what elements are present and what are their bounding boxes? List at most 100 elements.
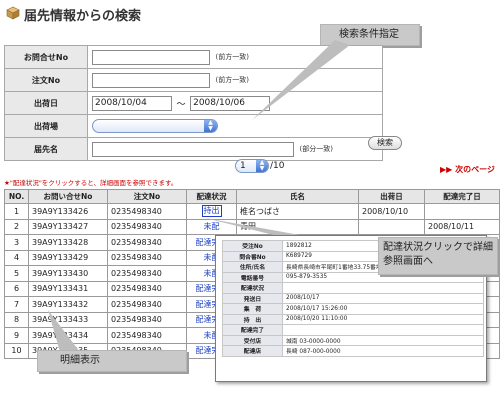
detail-value: 城南 03-0000-0000 bbox=[282, 334, 484, 346]
detail-value: 2008/10/20 11:10:00 bbox=[282, 313, 484, 325]
table-row: 2 39A9Y133427 0235498340 未配 青田 2008/10/11 bbox=[4, 218, 500, 235]
col-header-order-no: 注文No bbox=[107, 189, 187, 204]
cell-name: 椎名つばさ bbox=[236, 203, 359, 220]
cell-inquiry-no: 39A9Y133429 bbox=[28, 249, 108, 266]
cell-inquiry-no: 39A9Y133431 bbox=[28, 280, 108, 297]
updown-arrows-icon: ▲ ▼ bbox=[256, 160, 268, 172]
detail-row: 発送日 2008/10/17 bbox=[222, 292, 484, 304]
ship-date-label: 出荷日 bbox=[4, 91, 88, 115]
search-form: お問合せNo (前方一致) 注文No (前方一致) 出荷日 2008/10/04… bbox=[4, 45, 383, 161]
cell-order-no: 0235498340 bbox=[107, 249, 187, 266]
cell-row-no: 5 bbox=[4, 265, 29, 282]
order-no-input[interactable] bbox=[92, 72, 210, 88]
package-icon bbox=[6, 6, 20, 20]
detail-value: 長崎 087-000-0000 bbox=[282, 345, 484, 357]
cell-inquiry-no: 39A9Y133434 bbox=[28, 327, 108, 344]
detail-value: 2008/10/17 bbox=[282, 292, 484, 304]
cell-row-no: 8 bbox=[4, 311, 29, 328]
cell-row-no: 6 bbox=[4, 280, 29, 297]
detail-label: 住所/氏名 bbox=[222, 261, 283, 273]
cell-inquiry-no: 39A9Y133427 bbox=[28, 218, 108, 235]
inquiry-no-input[interactable] bbox=[92, 49, 210, 65]
recipient-hint: (部分一致) bbox=[299, 145, 334, 153]
cell-order-no: 0235498340 bbox=[107, 218, 187, 235]
order-no-hint: (前方一致) bbox=[215, 76, 250, 84]
ship-place-select[interactable]: ▲ ▼ bbox=[92, 119, 218, 133]
detail-label: 配達店 bbox=[222, 345, 283, 357]
cell-order-no: 0235498340 bbox=[107, 234, 187, 251]
cell-name: 青田 bbox=[236, 218, 359, 235]
callout-detail-view: 明細表示 bbox=[37, 350, 187, 372]
cell-row-no: 4 bbox=[4, 249, 29, 266]
cell-order-no: 0235498340 bbox=[107, 280, 187, 297]
date-range-separator: ～ bbox=[176, 99, 186, 110]
detail-label: 持 出 bbox=[222, 313, 283, 325]
col-header-no: NO. bbox=[4, 189, 29, 204]
cell-inquiry-no: 39A9Y133432 bbox=[28, 296, 108, 313]
cell-order-no: 0235498340 bbox=[107, 327, 187, 344]
recipient-input[interactable] bbox=[92, 141, 294, 157]
cell-order-no: 0235498340 bbox=[107, 311, 187, 328]
order-no-label: 注文No bbox=[4, 68, 88, 92]
cell-row-no: 3 bbox=[4, 234, 29, 251]
cell-ship-date: 2008/10/10 bbox=[358, 203, 425, 220]
updown-arrows-icon: ▲ ▼ bbox=[204, 120, 217, 132]
callout-status-click: 配達状況クリックで詳細参照画面へ bbox=[378, 237, 498, 275]
inquiry-no-hint: (前方一致) bbox=[215, 53, 250, 61]
col-header-ship-date: 出荷日 bbox=[358, 189, 425, 204]
page-select[interactable]: 1 ▲ ▼ bbox=[235, 159, 269, 173]
detail-value bbox=[282, 282, 484, 294]
col-header-name: 氏名 bbox=[236, 189, 359, 204]
cell-inquiry-no: 39A9Y133428 bbox=[28, 234, 108, 251]
detail-label: 電話番号 bbox=[222, 271, 283, 283]
detail-label: 集 荷 bbox=[222, 303, 283, 315]
cell-delivered-date: 2008/10/11 bbox=[424, 218, 500, 235]
ship-date-to-input[interactable]: 2008/10/06 bbox=[190, 95, 271, 111]
detail-label: 受付店 bbox=[222, 334, 283, 346]
detail-row: 受付店 城南 03-0000-0000 bbox=[222, 334, 484, 346]
detail-value: 2008/10/17 15:26:00 bbox=[282, 303, 484, 315]
status-link[interactable]: 未配 bbox=[204, 222, 220, 231]
recipient-label: 届先名 bbox=[4, 137, 88, 161]
detail-label: 発送日 bbox=[222, 292, 283, 304]
detail-label: 問合番No bbox=[222, 250, 283, 262]
ship-place-label: 出荷場 bbox=[4, 114, 88, 138]
cell-status[interactable]: 未配 bbox=[186, 218, 237, 235]
table-row: 1 39A9Y133426 0235498340 持出 椎名つばさ 2008/10/10 bbox=[4, 203, 500, 220]
next-page-link[interactable]: ▶▶ 次のページ bbox=[440, 164, 495, 175]
detail-label: 配達完了 bbox=[222, 324, 283, 336]
col-header-delivered-date: 配達完了日 bbox=[424, 189, 500, 204]
detail-label: 配達状況 bbox=[222, 282, 283, 294]
status-link[interactable]: 持出 bbox=[201, 205, 222, 218]
cell-delivered-date bbox=[424, 203, 500, 220]
detail-row: 配達完了 bbox=[222, 324, 484, 336]
col-header-status: 配達状況 bbox=[186, 189, 237, 204]
cell-order-no: 0235498340 bbox=[107, 296, 187, 313]
page-total: /10 bbox=[270, 161, 285, 171]
detail-row: 持 出 2008/10/20 11:10:00 bbox=[222, 313, 484, 325]
status-click-notice: ★"配達状況"をクリックすると、詳細画面を参照できます。 bbox=[4, 179, 178, 187]
page-select-value: 1 bbox=[240, 161, 246, 171]
cell-row-no: 1 bbox=[4, 203, 29, 220]
cell-ship-date bbox=[358, 218, 425, 235]
cell-row-no: 10 bbox=[4, 342, 29, 359]
results-header-row: NO. お問い合せNo 注文No 配達状況 氏名 出荷日 配達完了日 bbox=[4, 189, 500, 204]
inquiry-no-label: お問合せNo bbox=[4, 45, 88, 69]
ship-date-from-input[interactable]: 2008/10/04 bbox=[92, 95, 172, 111]
detail-row: 集 荷 2008/10/17 15:26:00 bbox=[222, 303, 484, 315]
detail-value bbox=[282, 324, 484, 336]
page-title: 届先情報からの検索 bbox=[24, 9, 142, 24]
cell-inquiry-no: 39A9Y133426 bbox=[28, 203, 108, 220]
cell-row-no: 7 bbox=[4, 296, 29, 313]
cell-row-no: 2 bbox=[4, 218, 29, 235]
search-button[interactable]: 検索 bbox=[368, 136, 402, 150]
cell-order-no: 0235498340 bbox=[107, 203, 187, 220]
callout-search-conditions: 検索条件指定 bbox=[320, 24, 420, 46]
detail-row: 配達状況 bbox=[222, 282, 484, 294]
detail-row: 配達店 長崎 087-000-0000 bbox=[222, 345, 484, 357]
detail-label: 受注No bbox=[222, 240, 283, 252]
cell-inquiry-no: 39A9Y133430 bbox=[28, 265, 108, 282]
cell-order-no: 0235498340 bbox=[107, 265, 187, 282]
cell-status[interactable]: 持出 bbox=[186, 203, 237, 220]
col-header-inquiry-no: お問い合せNo bbox=[28, 189, 108, 204]
